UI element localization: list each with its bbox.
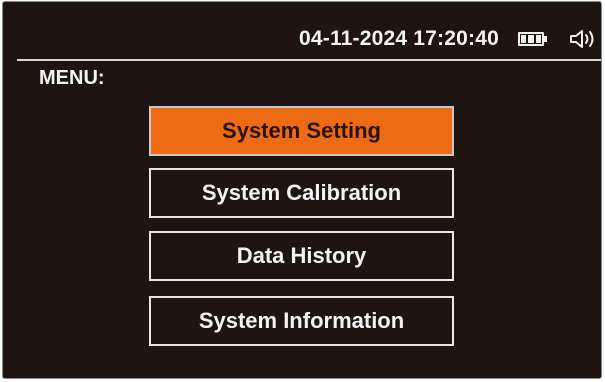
battery-bar: [535, 35, 541, 43]
battery-tip: [544, 36, 547, 42]
menu-item-label: System Setting: [222, 118, 381, 143]
menu-item-label: Data History: [236, 243, 367, 268]
menu-item-system-information[interactable]: System Information: [149, 296, 454, 346]
header-divider: [17, 59, 601, 61]
status-bar: 04-11-2024 17:20:40: [3, 2, 601, 60]
menu-item-data-history[interactable]: Data History: [149, 231, 454, 281]
battery-bar: [521, 35, 527, 43]
menu-item-system-setting[interactable]: System Setting: [149, 106, 454, 156]
menu-title: MENU:: [39, 67, 105, 89]
speaker-volume-icon[interactable]: [569, 28, 599, 50]
battery-icon: [518, 32, 544, 46]
menu-item-system-calibration[interactable]: System Calibration: [149, 168, 454, 218]
datetime-display: 04-11-2024 17:20:40: [299, 27, 499, 50]
menu-item-label: System Information: [198, 308, 405, 333]
battery-bar: [528, 35, 534, 43]
menu-item-label: System Calibration: [201, 180, 402, 205]
device-screen: 04-11-2024 17:20:40 MENU: System Setting…: [2, 1, 602, 379]
